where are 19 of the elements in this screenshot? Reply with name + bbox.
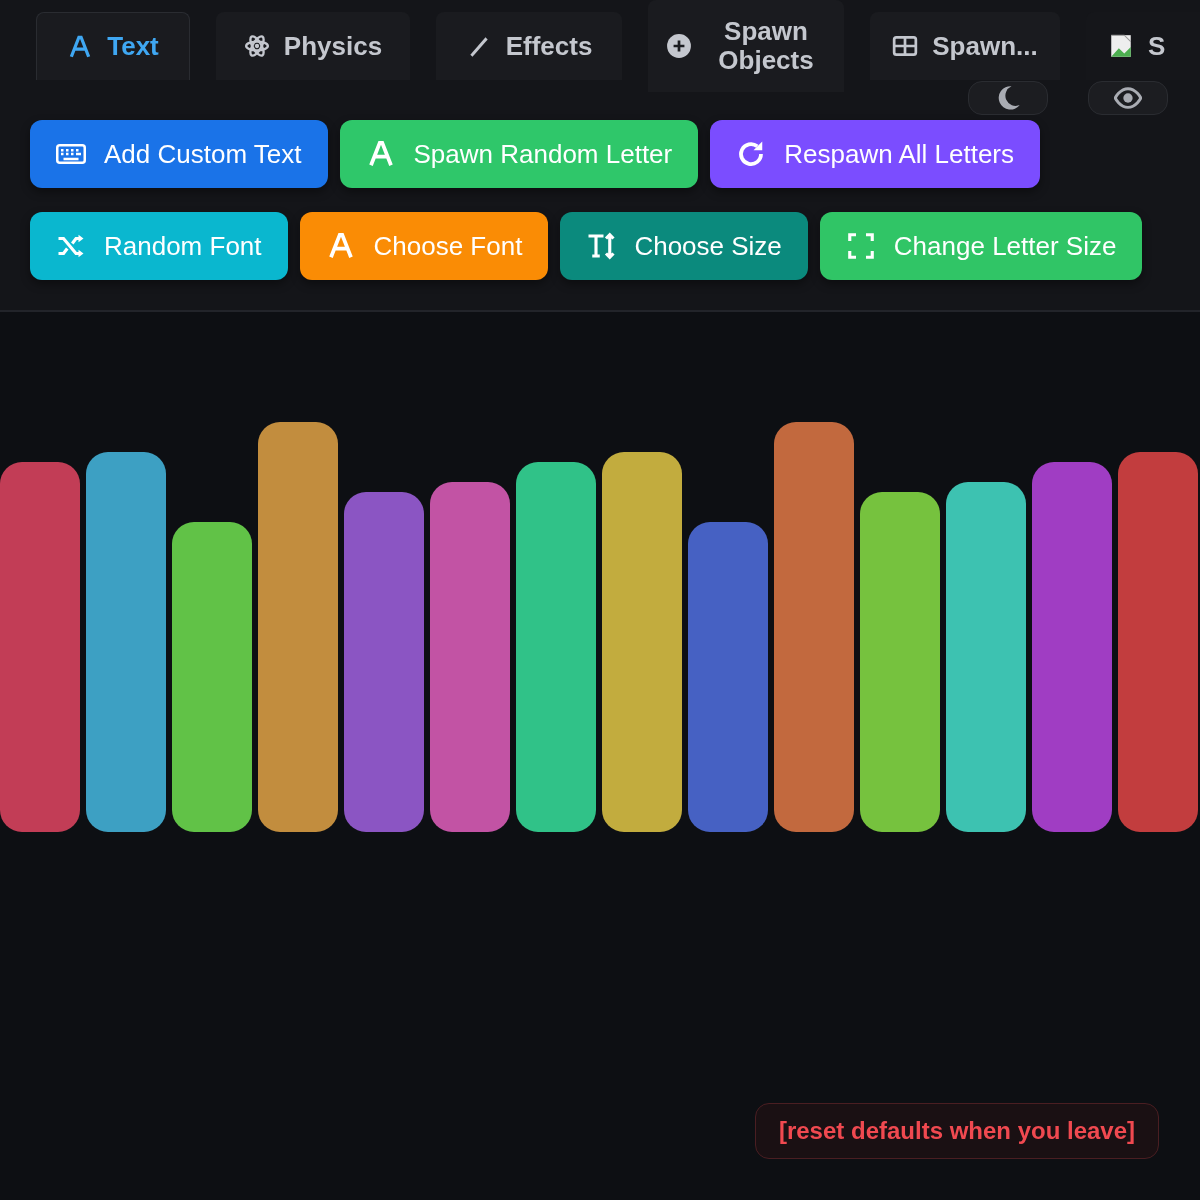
- action-button[interactable]: Add Custom Text: [30, 120, 328, 188]
- text-size-icon: [586, 231, 617, 261]
- action-button[interactable]: Random Font: [30, 212, 288, 280]
- visibility-button[interactable]: [1088, 81, 1168, 115]
- theme-button[interactable]: [968, 81, 1048, 115]
- action-button[interactable]: Choose Size: [560, 212, 808, 280]
- tab[interactable]: Text: [36, 12, 190, 80]
- action-button[interactable]: Respawn All Letters: [710, 120, 1041, 188]
- tab[interactable]: Spawn Objects: [648, 0, 844, 92]
- broken-image-icon: [1108, 33, 1134, 59]
- tab[interactable]: Physics: [216, 12, 410, 80]
- atom-icon: [243, 33, 270, 59]
- tab[interactable]: Effects: [436, 12, 622, 80]
- eye-icon: [1114, 84, 1142, 112]
- notice-label: [reset defaults when you leave]: [755, 1103, 1159, 1159]
- tab[interactable]: Spawn...: [870, 12, 1060, 80]
- table-icon: [892, 33, 919, 59]
- add-icon: [666, 33, 692, 59]
- expand-icon: [845, 231, 876, 261]
